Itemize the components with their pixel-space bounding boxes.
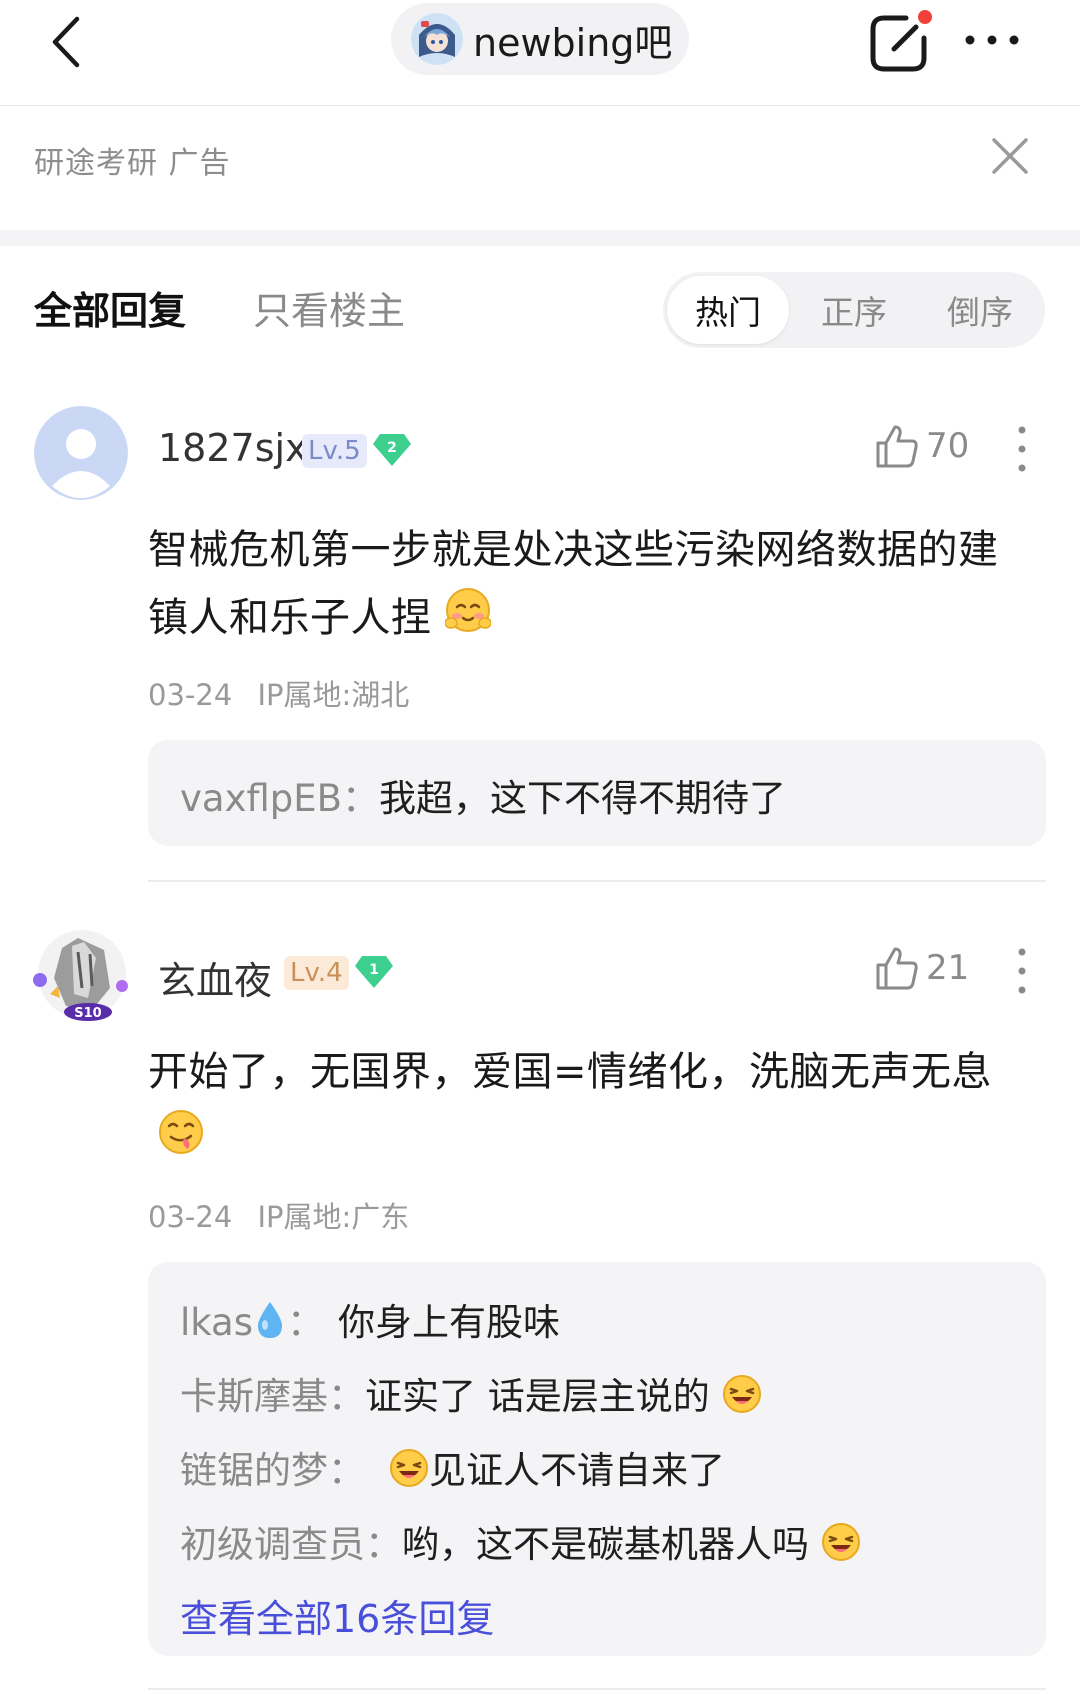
svg-text:2: 2: [387, 440, 397, 456]
close-icon: [992, 138, 1028, 174]
blush-emoji-icon: [443, 586, 492, 654]
sub-reply-author: 初级调查员：: [180, 1523, 402, 1566]
comment-text-line: 镇人和乐子人捏: [148, 584, 1048, 654]
sub-reply-text: 你身上有股味: [338, 1301, 561, 1344]
svg-text:S10: S10: [74, 1006, 101, 1021]
post-replies-page: newbing吧 研途考研 广告 全部回复 只看楼主 热门 正序 倒序 1827…: [0, 0, 1080, 1694]
sub-reply[interactable]: vaxflpEB：我超，这下不得不期待了: [180, 768, 786, 822]
top-bar: newbing吧: [0, 0, 1080, 106]
comment-menu-button[interactable]: [1010, 946, 1034, 996]
compose-button[interactable]: [864, 8, 934, 78]
sub-reply[interactable]: 初级调查员：哟，这不是碳基机器人吗: [180, 1514, 861, 1571]
sub-reply-text: 我超，这下不得不期待了: [379, 777, 787, 820]
sub-reply-text: 见证人不请自来了: [429, 1449, 725, 1492]
section-divider: [0, 230, 1080, 246]
tab-op-only[interactable]: 只看楼主: [253, 280, 405, 335]
sort-hot[interactable]: 热门: [667, 276, 789, 344]
sub-reply-author: 卡斯摩基：: [180, 1375, 365, 1418]
kebab-icon: [1018, 948, 1026, 994]
comment-meta: 03-24 IP属地:湖北: [148, 672, 409, 714]
comment-ip: IP属地:广东: [257, 1200, 410, 1234]
view-all-replies-link[interactable]: 查看全部16条回复: [180, 1588, 494, 1643]
svg-text:1: 1: [369, 962, 379, 978]
sub-reply[interactable]: 卡斯摩基：证实了 话是层主说的: [180, 1366, 762, 1423]
sub-reply-author: 链锯的梦：: [180, 1449, 365, 1492]
comment-text-line: 开始了，无国界，爱国=情绪化，洗脑无声无息: [148, 1049, 993, 1095]
comment-date: 03-24: [148, 1200, 233, 1234]
kebab-icon: [1018, 426, 1026, 472]
sort-segmented-control: 热门 正序 倒序: [663, 272, 1045, 348]
forum-name: newbing吧: [473, 20, 673, 65]
gem-icon: 1: [354, 954, 394, 990]
comment-text: 镇人和乐子人捏: [148, 595, 432, 641]
comment-content: 开始了，无国界，爱国=情绪化，洗脑无声无息: [148, 1038, 1048, 1176]
yum-emoji-icon: [158, 1108, 204, 1176]
avatar[interactable]: [34, 406, 128, 500]
sub-reply-text: 证实了 话是层主说的: [365, 1375, 710, 1418]
sub-reply[interactable]: lkas ： 你身上有股味: [180, 1292, 560, 1349]
comment-separator: [148, 1688, 1046, 1690]
sub-replies-box: lkas ： 你身上有股味 卡斯摩基：证实了 话是层主说的 链锯的梦： 见证人不请…: [148, 1262, 1046, 1656]
like-count: 21: [926, 948, 970, 988]
sub-reply-author: lkas: [180, 1301, 254, 1344]
like-count: 70: [926, 426, 970, 466]
avatar[interactable]: S10: [32, 928, 132, 1028]
sub-reply-text: 哟，这不是碳基机器人吗: [402, 1523, 809, 1566]
forum-avatar: [411, 13, 463, 65]
gem-icon: 2: [372, 432, 412, 468]
water-drop-icon: [255, 1300, 285, 1349]
laugh-emoji-icon: [722, 1374, 762, 1423]
laugh-emoji-icon: [821, 1522, 861, 1571]
back-chevron-icon: [52, 16, 80, 68]
back-button[interactable]: [44, 12, 88, 72]
ad-close-button[interactable]: [988, 134, 1032, 178]
sub-reply[interactable]: 链锯的梦： 见证人不请自来了: [180, 1440, 725, 1497]
comment-username[interactable]: 1827sjx: [158, 426, 308, 470]
comment-date: 03-24: [148, 678, 233, 712]
more-options-button[interactable]: [960, 18, 1024, 62]
sort-descending[interactable]: 倒序: [919, 276, 1041, 344]
compose-icon: [870, 10, 932, 72]
sub-replies-box: vaxflpEB：我超，这下不得不期待了: [148, 740, 1046, 846]
sub-reply-separator: ：: [287, 1301, 325, 1344]
comment-username[interactable]: 玄血夜: [158, 950, 272, 1005]
thumbs-up-icon: [876, 947, 918, 990]
thumbs-up-icon: [876, 425, 918, 468]
comment-text-line: 智械危机第一步就是处决这些污染网络数据的建: [148, 527, 999, 573]
comment-menu-button[interactable]: [1010, 424, 1034, 474]
like-button[interactable]: 70: [876, 424, 969, 468]
comment-meta: 03-24 IP属地:广东: [148, 1194, 409, 1236]
notification-dot: [918, 10, 932, 24]
ad-label: 研途考研 广告: [34, 146, 231, 181]
comment-ip: IP属地:湖北: [257, 678, 410, 712]
sub-reply-author: vaxflpEB：: [180, 777, 380, 820]
like-button[interactable]: 21: [876, 946, 969, 990]
level-badge: Lv.4: [284, 956, 349, 990]
more-icon: [965, 35, 1019, 45]
comment-text-line: [148, 1106, 1048, 1176]
level-badge: Lv.5: [302, 434, 367, 468]
forum-title-button[interactable]: newbing吧: [391, 3, 689, 75]
laugh-emoji-icon: [389, 1448, 429, 1497]
tab-all-replies[interactable]: 全部回复: [34, 280, 186, 335]
comment-content: 智械危机第一步就是处决这些污染网络数据的建 镇人和乐子人捏: [148, 516, 1048, 654]
comment-separator: [148, 880, 1046, 882]
sort-ascending[interactable]: 正序: [793, 276, 915, 344]
